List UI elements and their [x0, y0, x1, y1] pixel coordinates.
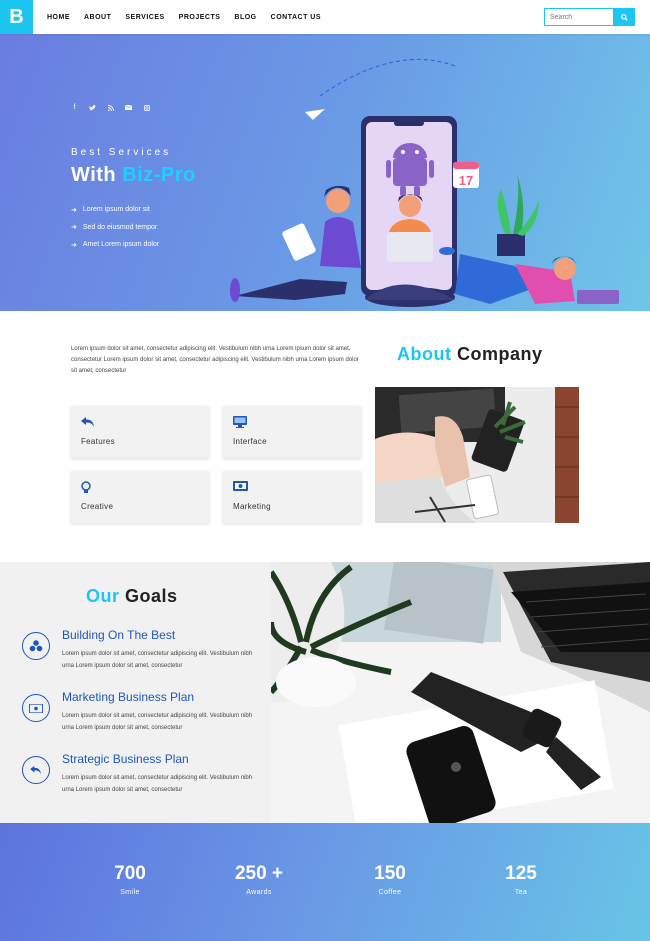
stat-label: Awards	[246, 889, 272, 896]
twitter-icon[interactable]	[89, 104, 96, 111]
top-nav: B HOME ABOUT SERVICES PROJECTS BLOG CONT…	[0, 0, 650, 34]
hero-title: With Biz-Pro	[71, 164, 196, 187]
about-text: Lorem ipsum dolor sit amet, consectetur …	[71, 346, 359, 374]
desk-photo	[271, 562, 650, 823]
goals-section: Our Goals Building On The Best Lorem ips…	[0, 562, 271, 823]
stat-coffee: 150 Coffee	[350, 863, 430, 896]
instagram-icon[interactable]	[143, 104, 150, 111]
hero-title-highlight: Biz-Pro	[122, 164, 196, 186]
nav-services[interactable]: SERVICES	[125, 14, 164, 21]
laptop-photo	[375, 387, 579, 523]
hero-subtitle: Best Services	[71, 147, 172, 158]
main-menu: HOME ABOUT SERVICES PROJECTS BLOG CONTAC…	[47, 14, 321, 21]
search-button[interactable]	[614, 8, 635, 26]
hero-illustration: 17	[230, 58, 619, 307]
goals-heading-rest: Goals	[119, 586, 178, 606]
card-label: Features	[81, 437, 115, 446]
card-features[interactable]: Features	[71, 406, 209, 458]
search-box	[544, 8, 635, 26]
reply-icon	[81, 417, 94, 427]
about-heading: About Company	[397, 344, 543, 365]
nav-blog[interactable]: BLOG	[234, 14, 256, 21]
facebook-icon[interactable]: f	[71, 104, 78, 111]
list-item-text: Sed do eiusmod tempor	[82, 223, 158, 231]
about-heading-rest: Company	[451, 344, 543, 364]
stats-section: 700 Smile 250 + Awards 150 Coffee 125 Te…	[0, 823, 650, 941]
about-heading-highlight: About	[397, 344, 452, 364]
card-marketing[interactable]: Marketing	[223, 471, 361, 523]
stat-tea: 125 Tea	[481, 863, 561, 896]
goal-description: Lorem ipsum dolor sit amet, consectetur …	[62, 651, 253, 669]
card-label: Interface	[233, 437, 267, 446]
stat-label: Smile	[120, 889, 140, 896]
goals-heading-highlight: Our	[86, 586, 120, 606]
arrow-right-icon: ➜	[71, 224, 77, 232]
stat-value: 700	[114, 863, 146, 884]
goal-title[interactable]: Building On The Best	[62, 628, 175, 642]
mail-icon[interactable]	[125, 104, 132, 111]
stat-label: Tea	[514, 889, 528, 896]
list-item: ➜ Amet Lorem ipsum dolor	[71, 236, 159, 254]
stat-awards: 250 + Awards	[219, 863, 299, 896]
card-creative[interactable]: Creative	[71, 471, 209, 523]
rss-icon[interactable]	[107, 104, 114, 111]
hero-feature-list: ➜ Lorem ipsum dolor sit ➜ Sed do eiusmod t…	[71, 201, 159, 254]
hero-title-prefix: With	[71, 164, 123, 186]
list-item: ➜ Lorem ipsum dolor sit	[71, 201, 159, 219]
arrow-right-icon: ➜	[71, 241, 77, 249]
nav-contact[interactable]: CONTACT US	[271, 14, 321, 21]
stat-value: 125	[505, 863, 537, 884]
goal-description: Lorem ipsum dolor sit amet, consectetur …	[62, 775, 253, 793]
stat-value: 150	[374, 863, 406, 884]
goal-title[interactable]: Marketing Business Plan	[62, 690, 194, 704]
card-label: Marketing	[233, 502, 271, 511]
cubes-icon	[22, 632, 50, 660]
search-icon	[621, 13, 628, 21]
nav-projects[interactable]: PROJECTS	[179, 14, 221, 21]
hero-banner: f Best Services With Biz-Pro ➜ Lorem ipsu…	[0, 34, 650, 311]
goal-description: Lorem ipsum dolor sit amet, consectetur …	[62, 713, 253, 731]
nav-home[interactable]: HOME	[47, 14, 70, 21]
logo[interactable]: B	[0, 0, 33, 34]
list-item-text: Amet Lorem ipsum dolor	[82, 241, 160, 249]
money-icon	[22, 694, 50, 722]
list-item: ➜ Sed do eiusmod tempor	[71, 219, 159, 237]
monitor-icon	[233, 416, 247, 428]
goal-title[interactable]: Strategic Business Plan	[62, 752, 189, 766]
card-label: Creative	[81, 502, 114, 511]
money-icon	[233, 481, 248, 491]
card-interface[interactable]: Interface	[223, 406, 361, 458]
nav-about[interactable]: ABOUT	[84, 14, 111, 21]
lightbulb-icon	[81, 481, 91, 493]
stat-label: Coffee	[378, 889, 402, 896]
stat-smile: 700 Smile	[90, 863, 170, 896]
calendar-day: 17	[459, 173, 473, 188]
stat-value: 250 +	[234, 863, 284, 884]
arrow-right-icon: ➜	[71, 206, 77, 214]
goals-heading: Our Goals	[86, 586, 178, 607]
social-links: f	[71, 104, 150, 111]
list-item-text: Lorem ipsum dolor sit	[82, 206, 150, 214]
search-input[interactable]	[544, 8, 614, 26]
reply-icon	[22, 756, 50, 784]
